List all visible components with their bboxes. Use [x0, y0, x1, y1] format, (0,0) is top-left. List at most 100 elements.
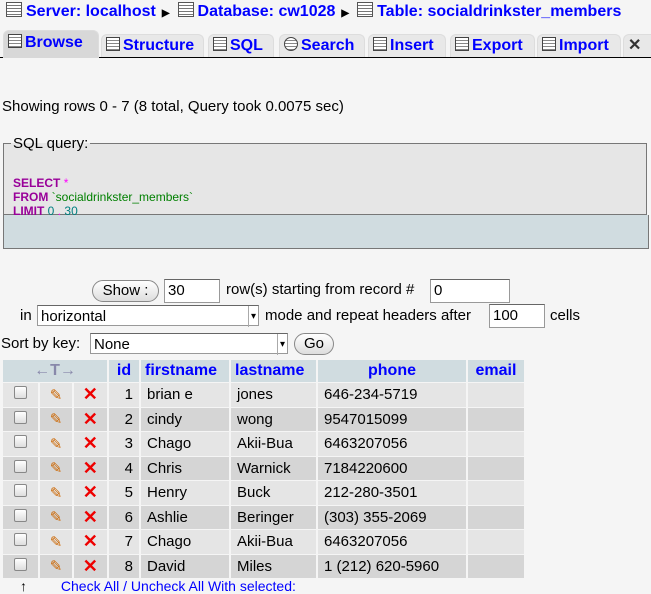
- edit-cell[interactable]: ✎: [40, 481, 72, 505]
- table-row: ✎ ✕ 7 Chago Akii-Bua 6463207056: [3, 530, 524, 554]
- delete-cell[interactable]: ✕: [73, 432, 107, 456]
- cell-phone: 7184220600: [318, 456, 466, 480]
- edit-cell[interactable]: ✎: [40, 505, 72, 529]
- go-button[interactable]: Go: [294, 333, 334, 355]
- tab-search[interactable]: Search: [279, 34, 365, 57]
- edit-cell[interactable]: ✎: [40, 530, 72, 554]
- column-header-email[interactable]: email: [468, 360, 524, 382]
- server-link[interactable]: Server: localhost: [26, 3, 156, 20]
- cell-firstname: Henry: [141, 481, 229, 505]
- column-header-lastname[interactable]: lastname: [231, 360, 316, 382]
- database-link[interactable]: Database: cw1028: [198, 3, 336, 20]
- tab-export[interactable]: Export: [450, 34, 535, 57]
- check-all-link[interactable]: Check All / Uncheck All With selected:: [61, 578, 296, 594]
- show-button[interactable]: Show :: [92, 280, 159, 302]
- row-checkbox-cell[interactable]: [3, 383, 39, 407]
- delete-icon[interactable]: ✕: [83, 433, 98, 453]
- pencil-icon[interactable]: ✎: [50, 485, 63, 502]
- in-label: in: [20, 307, 32, 324]
- sort-link[interactable]: lastname: [235, 362, 304, 379]
- cell-email: [468, 481, 524, 505]
- row-checkbox-cell[interactable]: [3, 481, 39, 505]
- cell-firstname: Chris: [141, 456, 229, 480]
- repeat-headers-input[interactable]: 100: [489, 304, 545, 328]
- delete-cell[interactable]: ✕: [73, 456, 107, 480]
- row-checkbox[interactable]: [14, 459, 28, 473]
- sort-link[interactable]: firstname: [145, 362, 217, 379]
- delete-icon[interactable]: ✕: [83, 556, 98, 576]
- edit-cell[interactable]: ✎: [40, 407, 72, 431]
- insert-icon: [373, 37, 387, 51]
- delete-icon[interactable]: ✕: [83, 507, 98, 527]
- tab-sql[interactable]: SQL: [208, 34, 274, 57]
- delete-icon[interactable]: ✕: [83, 458, 98, 478]
- cell-lastname: wong: [231, 407, 316, 431]
- pencil-icon[interactable]: ✎: [50, 436, 63, 453]
- edit-cell[interactable]: ✎: [40, 456, 72, 480]
- pencil-icon[interactable]: ✎: [50, 558, 63, 575]
- check-all-bar: ↑ Check All / Uncheck All With selected:: [20, 578, 296, 594]
- edit-cell[interactable]: ✎: [40, 383, 72, 407]
- row-checkbox[interactable]: [14, 533, 28, 547]
- cell-id: 4: [109, 456, 139, 480]
- start-record-input[interactable]: 0: [430, 279, 510, 303]
- sort-link[interactable]: id: [117, 362, 131, 379]
- cell-firstname: cindy: [141, 407, 229, 431]
- delete-cell[interactable]: ✕: [73, 554, 107, 578]
- delete-cell[interactable]: ✕: [73, 383, 107, 407]
- column-resize-handle[interactable]: ←T→: [3, 360, 107, 382]
- tab-structure[interactable]: Structure: [101, 34, 204, 57]
- tab-insert[interactable]: Insert: [368, 34, 446, 57]
- sort-label: Sort by key:: [1, 335, 81, 352]
- delete-icon[interactable]: ✕: [83, 482, 98, 502]
- tab-operations[interactable]: ✕: [623, 34, 651, 57]
- row-checkbox[interactable]: [14, 484, 28, 498]
- row-checkbox-cell[interactable]: [3, 456, 39, 480]
- row-checkbox-cell[interactable]: [3, 505, 39, 529]
- delete-icon[interactable]: ✕: [83, 531, 98, 551]
- column-header-firstname[interactable]: firstname: [141, 360, 229, 382]
- pencil-icon[interactable]: ✎: [50, 534, 63, 551]
- sort-key-select[interactable]: None: [90, 333, 288, 355]
- display-mode-select[interactable]: horizontal: [37, 305, 259, 327]
- sql-icon: [213, 37, 227, 51]
- sort-link[interactable]: email: [476, 362, 517, 379]
- row-checkbox[interactable]: [14, 410, 28, 424]
- delete-cell[interactable]: ✕: [73, 530, 107, 554]
- structure-icon: [106, 37, 120, 51]
- row-checkbox[interactable]: [14, 386, 28, 400]
- tab-browse[interactable]: Browse: [3, 30, 99, 58]
- row-checkbox-cell[interactable]: [3, 432, 39, 456]
- sort-link[interactable]: phone: [368, 362, 416, 379]
- row-checkbox[interactable]: [14, 508, 28, 522]
- edit-cell[interactable]: ✎: [40, 554, 72, 578]
- delete-cell[interactable]: ✕: [73, 505, 107, 529]
- table-link[interactable]: Table: socialdrinkster_members: [377, 3, 621, 20]
- delete-cell[interactable]: ✕: [73, 481, 107, 505]
- table-row: ✎ ✕ 6 Ashlie Beringer (303) 355-2069: [3, 505, 524, 529]
- cell-lastname: Buck: [231, 481, 316, 505]
- rows-input[interactable]: 30: [164, 279, 220, 303]
- cell-firstname: Chago: [141, 432, 229, 456]
- cell-id: 3: [109, 432, 139, 456]
- delete-icon[interactable]: ✕: [83, 409, 98, 429]
- pencil-icon[interactable]: ✎: [50, 387, 63, 404]
- edit-cell[interactable]: ✎: [40, 432, 72, 456]
- row-checkbox[interactable]: [14, 557, 28, 571]
- column-header-id[interactable]: id: [109, 360, 139, 382]
- row-checkbox-cell[interactable]: [3, 530, 39, 554]
- cell-phone: 646-234-5719: [318, 383, 466, 407]
- cell-email: [468, 456, 524, 480]
- pencil-icon[interactable]: ✎: [50, 411, 63, 428]
- row-checkbox-cell[interactable]: [3, 554, 39, 578]
- database-icon: [177, 2, 194, 17]
- delete-cell[interactable]: ✕: [73, 407, 107, 431]
- row-checkbox[interactable]: [14, 435, 28, 449]
- cell-id: 8: [109, 554, 139, 578]
- delete-icon[interactable]: ✕: [83, 384, 98, 404]
- pencil-icon[interactable]: ✎: [50, 509, 63, 526]
- pencil-icon[interactable]: ✎: [50, 460, 63, 477]
- column-header-phone[interactable]: phone: [318, 360, 466, 382]
- tab-import[interactable]: Import: [537, 34, 621, 57]
- row-checkbox-cell[interactable]: [3, 407, 39, 431]
